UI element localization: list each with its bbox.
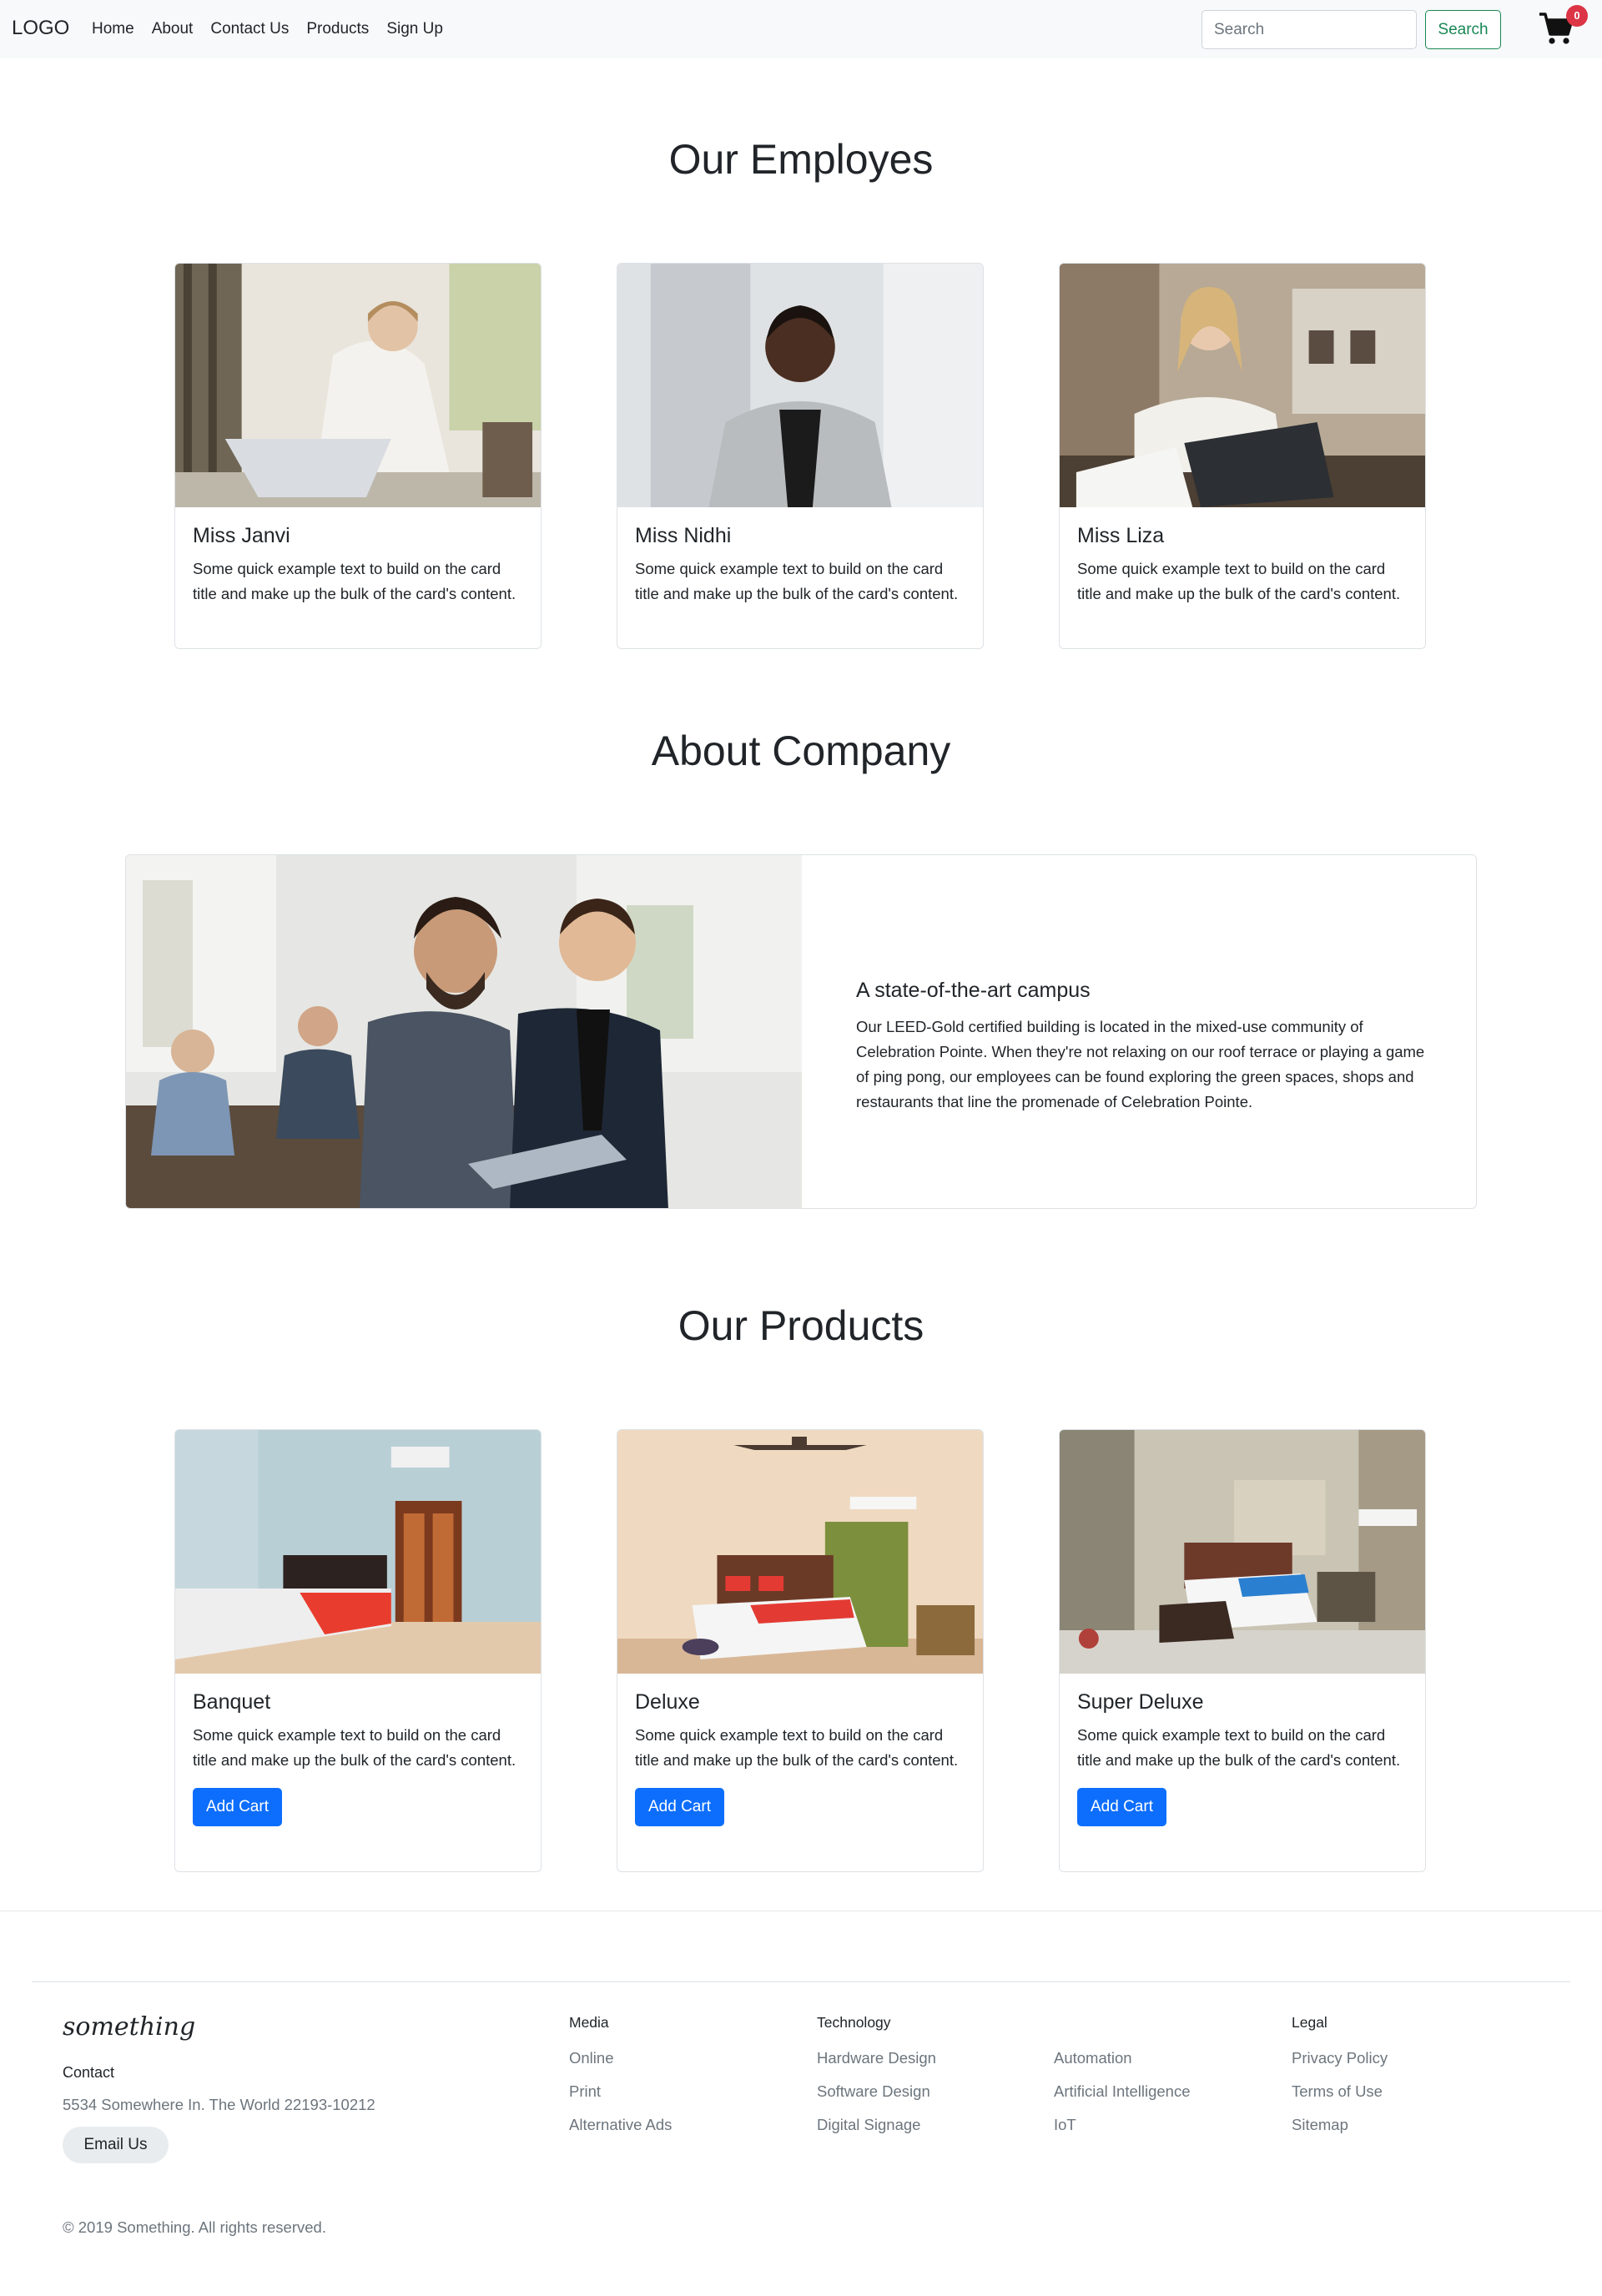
cart-count-badge: 0 [1566,5,1588,27]
footer-link[interactable]: Automation [1054,2049,1191,2082]
nav-link-contact-us[interactable]: Contact Us [210,20,289,38]
product-card: Super Deluxe Some quick example text to … [1059,1429,1426,1872]
product-name: Super Deluxe [1077,1690,1204,1714]
employee-card: Miss Nidhi Some quick example text to bu… [617,263,984,649]
footer-link[interactable]: Artificial Intelligence [1054,2082,1191,2116]
add-cart-button[interactable]: Add Cart [193,1788,282,1826]
footer-link[interactable]: Alternative Ads [569,2116,672,2149]
footer-column-technology: Technology Hardware Design Software Desi… [817,2014,936,2149]
search-input[interactable]: Search [1202,10,1417,49]
employees-section-title: Our Employes [668,136,934,183]
products-section-title: Our Products [678,1302,924,1349]
employee-name: Miss Janvi [193,524,290,547]
footer-link[interactable]: Privacy Policy [1292,2049,1388,2082]
nav-links: Home About Contact Us Products Sign Up [92,20,461,38]
product-card-body: Banquet Some quick example text to build… [175,1674,541,1843]
product-photo [617,1430,983,1674]
about-section-title: About Company [651,728,951,774]
footer-link[interactable]: Hardware Design [817,2049,936,2082]
employee-description: Some quick example text to build on the … [635,560,959,602]
footer-column-heading: Technology [817,2014,891,2031]
copyright: © 2019 Something. All rights reserved. [63,2218,326,2236]
footer-link[interactable]: Terms of Use [1292,2082,1388,2116]
employee-photo [1060,264,1425,507]
footer-column-heading: Legal [1292,2014,1327,2031]
email-us-button[interactable]: Email Us [63,2127,169,2163]
footer-link[interactable]: Online [569,2049,672,2082]
add-cart-button[interactable]: Add Cart [1077,1788,1166,1826]
employee-photo [617,264,983,507]
footer-link[interactable]: Digital Signage [817,2116,936,2149]
employee-card-body: Miss Nidhi Some quick example text to bu… [617,507,983,623]
footer-brand: something [63,2012,196,2042]
about-company-photo [126,855,802,1208]
employee-photo [175,264,541,507]
employee-card-body: Miss Janvi Some quick example text to bu… [175,507,541,623]
about-body: Our LEED-Gold certified building is loca… [856,1018,1425,1110]
navbar: LOGO Home About Contact Us Products Sign… [0,0,1602,58]
about-text-block: A state-of-the-art campus Our LEED-Gold … [856,979,1440,1115]
about-heading: A state-of-the-art campus [856,979,1091,1002]
employee-description: Some quick example text to build on the … [1077,560,1401,602]
nav-link-products[interactable]: Products [306,20,369,38]
product-name: Banquet [193,1690,271,1714]
product-description: Some quick example text to build on the … [1077,1726,1401,1769]
nav-link-about[interactable]: About [152,20,194,38]
employee-description: Some quick example text to build on the … [193,560,516,602]
footer-link[interactable]: IoT [1054,2116,1191,2149]
employee-name: Miss Liza [1077,524,1165,547]
employee-card-body: Miss Liza Some quick example text to bui… [1060,507,1425,623]
footer-column-heading [1054,2014,1191,2034]
about-card: A state-of-the-art campus Our LEED-Gold … [125,854,1477,1209]
product-description: Some quick example text to build on the … [635,1726,959,1769]
footer-link[interactable]: Software Design [817,2082,936,2116]
nav-link-home[interactable]: Home [92,20,134,38]
employee-card: Miss Liza Some quick example text to bui… [1059,263,1426,649]
footer-divider [32,1981,1570,1982]
product-card: Banquet Some quick example text to build… [174,1429,542,1872]
product-card: Deluxe Some quick example text to build … [617,1429,984,1872]
product-description: Some quick example text to build on the … [193,1726,516,1769]
product-card-body: Deluxe Some quick example text to build … [617,1674,983,1843]
product-photo [1060,1430,1425,1674]
footer-column-heading: Media [569,2014,609,2031]
product-name: Deluxe [635,1690,700,1714]
footer-link[interactable]: Print [569,2082,672,2116]
product-photo [175,1430,541,1674]
employee-name: Miss Nidhi [635,524,732,547]
footer-contact-label: Contact [63,2064,115,2081]
footer-column-legal: Legal Privacy Policy Terms of Use Sitema… [1292,2014,1388,2149]
footer-column-technology-2: Automation Artificial Intelligence IoT [1054,2014,1191,2149]
add-cart-button[interactable]: Add Cart [635,1788,724,1826]
nav-link-sign-up[interactable]: Sign Up [386,20,443,38]
footer-column-media: Media Online Print Alternative Ads [569,2014,672,2149]
footer-link[interactable]: Sitemap [1292,2116,1388,2149]
footer-address: 5534 Somewhere In. The World 22193-10212 [63,2096,375,2113]
cart-button[interactable]: 0 [1538,5,1588,48]
logo[interactable]: LOGO [12,17,69,40]
employee-card: Miss Janvi Some quick example text to bu… [174,263,542,649]
product-card-body: Super Deluxe Some quick example text to … [1060,1674,1425,1843]
search-button[interactable]: Search [1425,10,1501,49]
